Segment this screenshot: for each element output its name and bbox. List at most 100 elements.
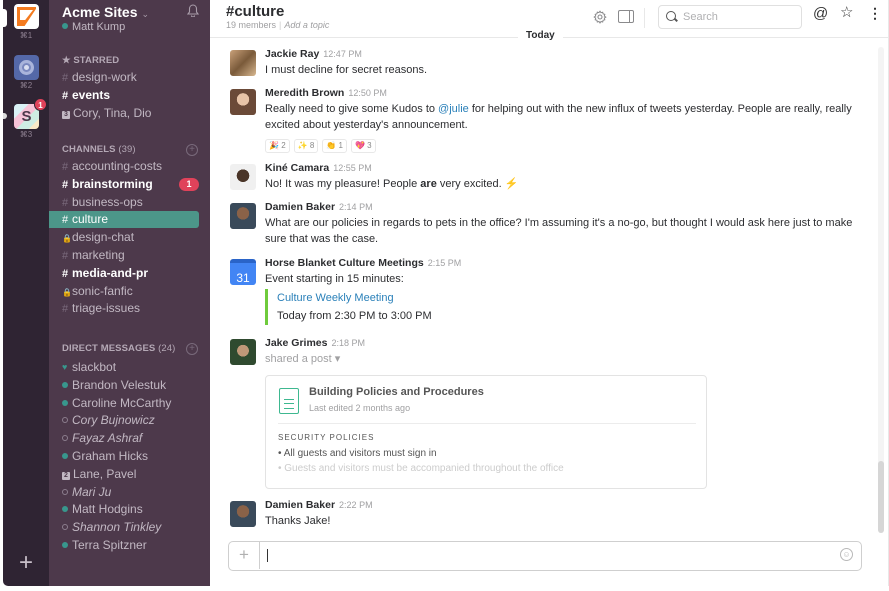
add-dm-button[interactable]: + [186,343,198,355]
channel-item[interactable]: # accounting-costs [49,158,199,175]
sender-name[interactable]: Kiné Camara [265,162,329,174]
unread-indicator [3,113,7,119]
gear-icon[interactable] [593,10,607,27]
item-label: sonic-fanfic [72,283,133,298]
calendar-icon[interactable]: 31 [230,259,256,285]
timestamp[interactable]: 2:15 PM [428,258,462,268]
star-icon[interactable]: ☆ [840,5,853,20]
channel-item[interactable]: # culture [49,211,199,229]
mentions-icon[interactable]: @ [813,6,828,21]
starred-header[interactable]: ★ STARRED [62,55,119,66]
search-input[interactable]: Search [658,5,802,29]
add-channel-button[interactable]: + [186,144,198,156]
channel-title[interactable]: #culture [226,3,284,20]
item-label: culture [72,212,109,227]
add-topic-link[interactable]: Add a topic [284,20,329,30]
dm-item[interactable]: Terra Spitzner [49,537,199,554]
user-mention[interactable]: @julie [438,103,469,115]
item-label: brainstorming [72,176,153,191]
dm-item[interactable]: Graham Hicks [49,448,199,465]
message-composer[interactable]: + ☺ [228,541,862,571]
hash-icon: # [62,196,69,209]
dm-item[interactable]: ♥ slackbot [49,359,199,376]
channel-item[interactable]: # business-ops [49,194,199,211]
dms-count: (24) [158,343,176,354]
item-label: Fayaz Ashraf [72,431,143,446]
dm-item[interactable]: Matt Hodgins [49,501,199,518]
reaction-heart[interactable]: 💖 3 [350,139,376,153]
presence-icon [62,381,68,388]
sender-name[interactable]: Meredith Brown [265,87,344,99]
channel-item[interactable]: # brainstorming 1 [49,176,199,193]
reaction-sparkles[interactable]: ✨ 8 [293,139,319,153]
reaction-party[interactable]: 🎉 2 [265,139,290,153]
avatar[interactable] [230,339,256,365]
team-menu[interactable]: Acme Sites ⌄ [62,4,149,20]
team-switcher: ⌘1 ⌘2 S 1 ⌘3 + [3,0,49,586]
channel-item[interactable]: # marketing [49,247,199,264]
event-title-link[interactable]: Culture Weekly Meeting [277,289,432,307]
search-placeholder: Search [683,11,718,23]
dm-item[interactable]: Fayaz Ashraf [49,430,199,447]
timestamp[interactable]: 12:50 PM [348,88,387,98]
timestamp[interactable]: 2:18 PM [331,338,365,348]
sender-name[interactable]: Horse Blanket Culture Meetings [265,257,424,269]
attach-button[interactable]: + [229,542,260,569]
dm-item[interactable]: Cory Bujnowicz [49,412,199,429]
message-text: Thanks Jake! [265,515,331,527]
avatar[interactable] [230,164,256,190]
team-acme-sites[interactable] [14,4,39,29]
timestamp[interactable]: 2:14 PM [339,202,373,212]
main-pane: #culture 19 members | Add a topic Search @… [210,0,889,586]
dm-item[interactable]: Shannon Tinkley [49,519,199,536]
lock-icon: 🔒 [62,234,72,244]
starred-item[interactable]: # events [49,87,199,104]
item-label: Shannon Tinkley [72,520,162,535]
presence-icon [62,524,68,531]
add-team-button[interactable]: + [16,551,36,575]
sender-name[interactable]: Jackie Ray [265,48,319,60]
timestamp[interactable]: 2:22 PM [339,500,373,510]
reactions: 🎉 2 ✨ 8 👏 1 💖 3 [265,139,376,153]
current-user: Matt Kump [62,21,125,33]
starred-item[interactable]: 3 Cory, Tina, Dio [49,105,199,122]
avatar[interactable] [230,89,256,115]
avatar[interactable] [230,203,256,229]
dms-header[interactable]: DIRECT MESSAGES (24) [62,343,175,354]
dm-item[interactable]: 2 Lane, Pavel [49,466,199,483]
post-title[interactable]: Building Policies and Procedures [309,386,484,398]
member-count[interactable]: 19 members [226,20,276,30]
avatar[interactable] [230,50,256,76]
emoji-icon[interactable]: ☺ [840,548,853,561]
sender-name[interactable]: Damien Baker [265,201,335,213]
channel-item[interactable]: # media-and-pr [49,265,199,282]
channel-item[interactable]: 🔒design-chat [49,229,199,246]
channels-count: (39) [118,144,136,155]
starred-item[interactable]: # design-work [49,69,199,86]
more-icon[interactable]: ⋮ [868,6,882,20]
scroll-thumb[interactable] [878,461,884,533]
dm-item[interactable]: Caroline McCarthy [49,395,199,412]
active-team-indicator [3,9,7,27]
scrollbar[interactable] [878,47,884,533]
presence-icon [62,23,68,29]
hash-icon: # [62,250,69,262]
post-card[interactable]: Building Policies and Procedures Last ed… [265,375,707,489]
sidebar-toggle-icon[interactable] [618,10,634,23]
dm-item[interactable]: Brandon Velestuk [49,377,199,394]
item-label: Lane, Pavel [73,466,137,481]
sender-name[interactable]: Jake Grimes [265,337,327,349]
channel-item[interactable]: 🔒sonic-fanfic [49,283,199,300]
channel-item[interactable]: # triage-issues [49,300,199,317]
timestamp[interactable]: 12:47 PM [323,49,362,59]
sender-name[interactable]: Damien Baker [265,499,335,511]
shared-post-menu[interactable]: shared a post ▾ [265,351,865,367]
reaction-clap[interactable]: 👏 1 [322,139,347,153]
post-subtitle: Last edited 2 months ago [309,403,411,413]
team-2[interactable] [14,55,39,80]
bell-icon[interactable] [186,4,200,18]
dm-item[interactable]: Mari Ju [49,484,199,501]
channels-header[interactable]: CHANNELS (39) [62,144,136,155]
avatar[interactable] [230,501,256,527]
timestamp[interactable]: 12:55 PM [333,163,372,173]
